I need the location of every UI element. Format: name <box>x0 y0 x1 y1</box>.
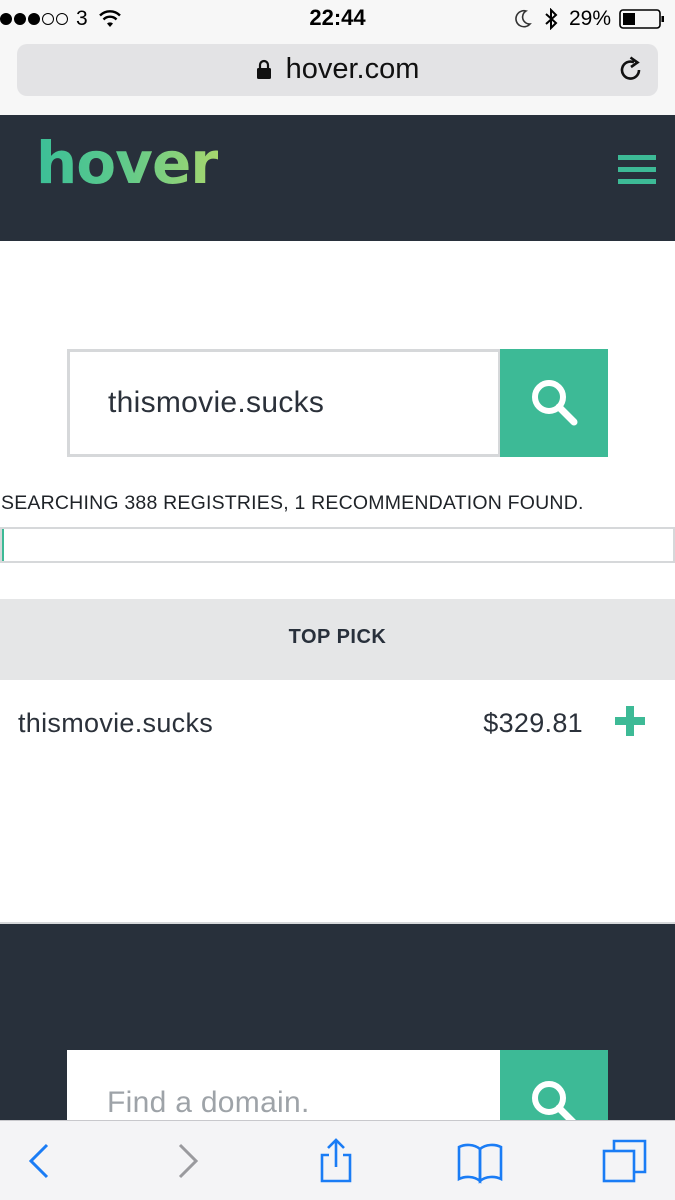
lock-icon <box>256 59 271 79</box>
forward-button[interactable] <box>160 1135 212 1187</box>
status-bar: 3 22:44 29% <box>0 0 675 38</box>
add-to-cart-plus-icon[interactable] <box>615 706 645 736</box>
search-status-text: SEARCHING 388 REGISTRIES, 1 RECOMMENDATI… <box>1 492 584 514</box>
result-domain: thismovie.sucks <box>18 708 214 738</box>
back-button[interactable] <box>13 1135 65 1187</box>
share-icon <box>320 1138 352 1183</box>
battery-percent: 29% <box>568 7 611 30</box>
address-text-wrap: hover.com <box>17 53 658 86</box>
browser-toolbar <box>0 1120 675 1200</box>
moon-icon <box>515 9 532 28</box>
search-icon <box>532 1081 576 1120</box>
footer-domain-search-input[interactable]: Find a domain. <box>67 1050 501 1120</box>
hamburger-menu-icon[interactable] <box>618 155 656 185</box>
address-url: hover.com <box>285 53 420 85</box>
top-pick-label: TOP PICK <box>288 626 387 648</box>
footer-search-button[interactable] <box>500 1050 608 1120</box>
tabs-icon <box>602 1139 647 1183</box>
status-right: 29% <box>513 6 665 32</box>
footer-search-section: Find a domain. <box>0 924 675 1120</box>
battery-icon <box>619 9 664 29</box>
search-progress-fill <box>2 529 4 561</box>
search-progress-bar <box>0 527 675 563</box>
search-button[interactable] <box>500 349 608 457</box>
reload-icon[interactable] <box>618 56 644 84</box>
address-bar[interactable]: hover.com <box>17 44 658 96</box>
domain-search-input[interactable]: thismovie.sucks <box>67 349 501 457</box>
chevron-right-icon <box>178 1143 199 1179</box>
bluetooth-icon <box>545 8 558 30</box>
tabs-button[interactable] <box>599 1135 651 1187</box>
share-button[interactable] <box>310 1135 362 1187</box>
site-header: hover <box>0 115 675 241</box>
book-icon <box>457 1143 503 1184</box>
bookmarks-button[interactable] <box>454 1135 506 1187</box>
top-pick-header: TOP PICK <box>0 599 675 680</box>
browser-address-area: hover.com <box>0 38 675 115</box>
result-price: $329.81 <box>483 708 583 738</box>
search-query: thismovie.sucks <box>108 386 325 419</box>
chevron-left-icon <box>28 1143 49 1179</box>
search-icon <box>532 380 578 426</box>
result-row[interactable]: thismovie.sucks $329.81 <box>0 680 675 766</box>
footer-search-placeholder: Find a domain. <box>107 1086 310 1119</box>
hover-logo[interactable]: hover <box>36 129 219 197</box>
